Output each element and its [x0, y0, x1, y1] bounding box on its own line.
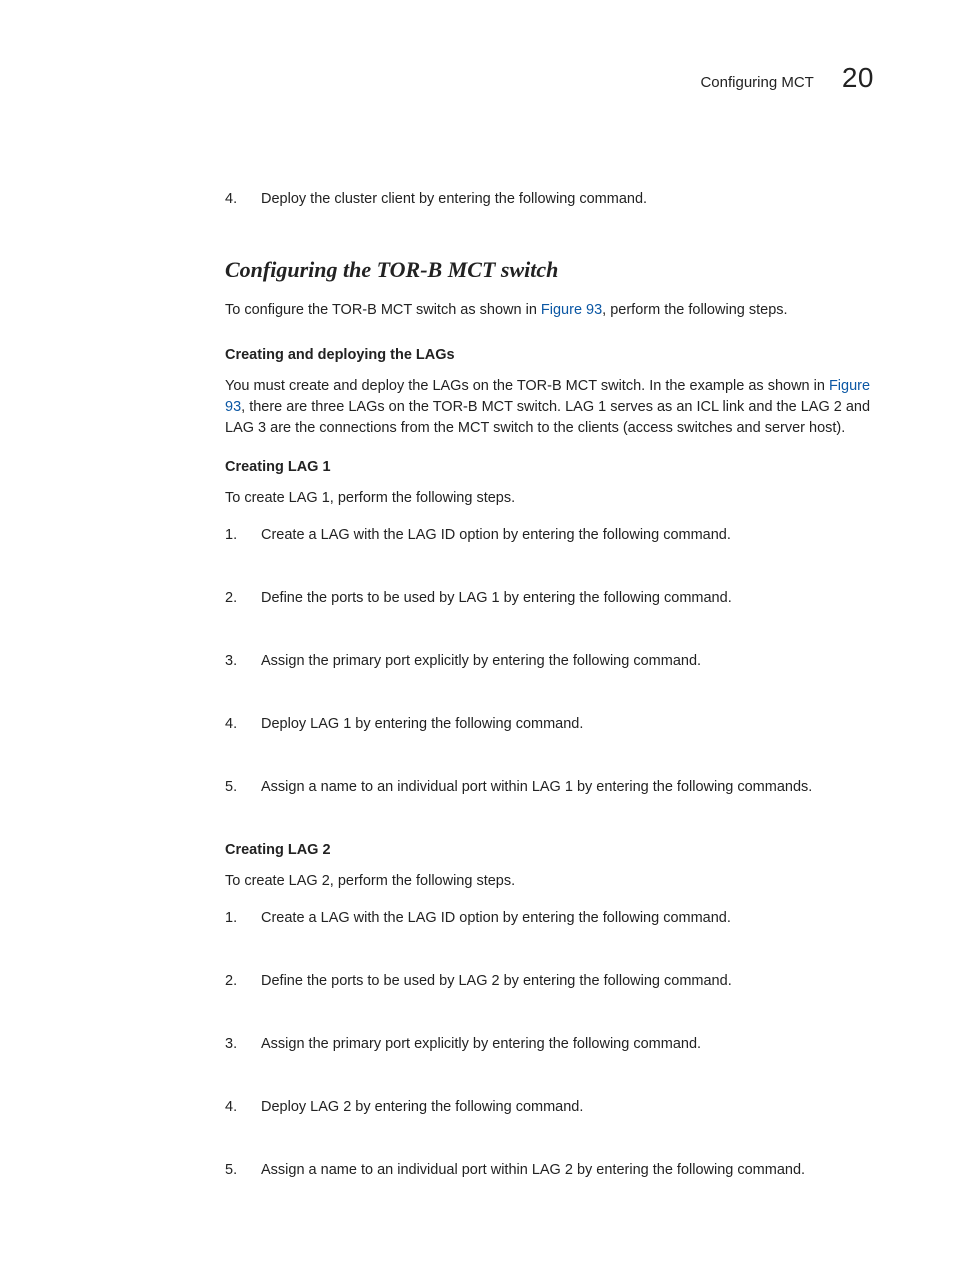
- step-text: Define the ports to be used by LAG 1 by …: [261, 588, 874, 609]
- step-number: 3.: [225, 651, 243, 672]
- step-number: 2.: [225, 971, 243, 992]
- step-text: Assign a name to an individual port with…: [261, 1160, 874, 1181]
- list-item: 2. Define the ports to be used by LAG 1 …: [225, 588, 874, 609]
- step-number: 2.: [225, 588, 243, 609]
- page: Configuring MCT 20 4. Deploy the cluster…: [0, 0, 954, 1283]
- lags-intro-block: Creating and deploying the LAGs You must…: [225, 345, 874, 439]
- intro-text-pre: To configure the TOR-B MCT switch as sho…: [225, 302, 541, 318]
- sub-heading: Creating LAG 2: [225, 840, 874, 861]
- text-pre: You must create and deploy the LAGs on t…: [225, 378, 829, 394]
- list-item: 4. Deploy LAG 2 by entering the followin…: [225, 1097, 874, 1118]
- step-number: 1.: [225, 908, 243, 929]
- running-header: Configuring MCT 20: [225, 58, 874, 99]
- intro-text-post: , perform the following steps.: [602, 302, 787, 318]
- list-item: 3. Assign the primary port explicitly by…: [225, 651, 874, 672]
- list-item: 5. Assign a name to an individual port w…: [225, 1160, 874, 1181]
- list-item: 4. Deploy LAG 1 by entering the followin…: [225, 714, 874, 735]
- list-item: 3. Assign the primary port explicitly by…: [225, 1034, 874, 1055]
- step-text: Define the ports to be used by LAG 2 by …: [261, 971, 874, 992]
- chapter-number: 20: [842, 58, 874, 99]
- section-intro: To configure the TOR-B MCT switch as sho…: [225, 300, 874, 321]
- paragraph: To create LAG 2, perform the following s…: [225, 871, 874, 892]
- ordered-list: 1. Create a LAG with the LAG ID option b…: [225, 525, 874, 798]
- text-post: , there are three LAGs on the TOR-B MCT …: [225, 399, 870, 436]
- step-text: Deploy LAG 2 by entering the following c…: [261, 1097, 874, 1118]
- figure-link[interactable]: Figure 93: [541, 302, 602, 318]
- step-text: Assign the primary port explicitly by en…: [261, 1034, 874, 1055]
- lag2-block: Creating LAG 2 To create LAG 2, perform …: [225, 840, 874, 1181]
- ordered-list: 1. Create a LAG with the LAG ID option b…: [225, 908, 874, 1181]
- step-number: 5.: [225, 1160, 243, 1181]
- step-text: Deploy LAG 1 by entering the following c…: [261, 714, 874, 735]
- step-number: 4.: [225, 1097, 243, 1118]
- list-item: 1. Create a LAG with the LAG ID option b…: [225, 525, 874, 546]
- running-title: Configuring MCT: [700, 72, 813, 94]
- step-number: 3.: [225, 1034, 243, 1055]
- list-item: 1. Create a LAG with the LAG ID option b…: [225, 908, 874, 929]
- list-item: 2. Define the ports to be used by LAG 2 …: [225, 971, 874, 992]
- sub-heading: Creating LAG 1: [225, 457, 874, 478]
- step-text: Create a LAG with the LAG ID option by e…: [261, 525, 874, 546]
- step-text: Assign a name to an individual port with…: [261, 777, 874, 798]
- paragraph: You must create and deploy the LAGs on t…: [225, 376, 874, 439]
- step-number: 4.: [225, 714, 243, 735]
- step-number: 4.: [225, 189, 243, 210]
- paragraph: To create LAG 1, perform the following s…: [225, 488, 874, 509]
- step-text: Assign the primary port explicitly by en…: [261, 651, 874, 672]
- list-item: 4. Deploy the cluster client by entering…: [225, 189, 874, 210]
- step-text: Create a LAG with the LAG ID option by e…: [261, 908, 874, 929]
- lag1-block: Creating LAG 1 To create LAG 1, perform …: [225, 457, 874, 798]
- step-text: Deploy the cluster client by entering th…: [261, 189, 874, 210]
- section-heading: Configuring the TOR-B MCT switch: [225, 254, 874, 286]
- step-number: 5.: [225, 777, 243, 798]
- list-item: 5. Assign a name to an individual port w…: [225, 777, 874, 798]
- sub-heading: Creating and deploying the LAGs: [225, 345, 874, 366]
- step-number: 1.: [225, 525, 243, 546]
